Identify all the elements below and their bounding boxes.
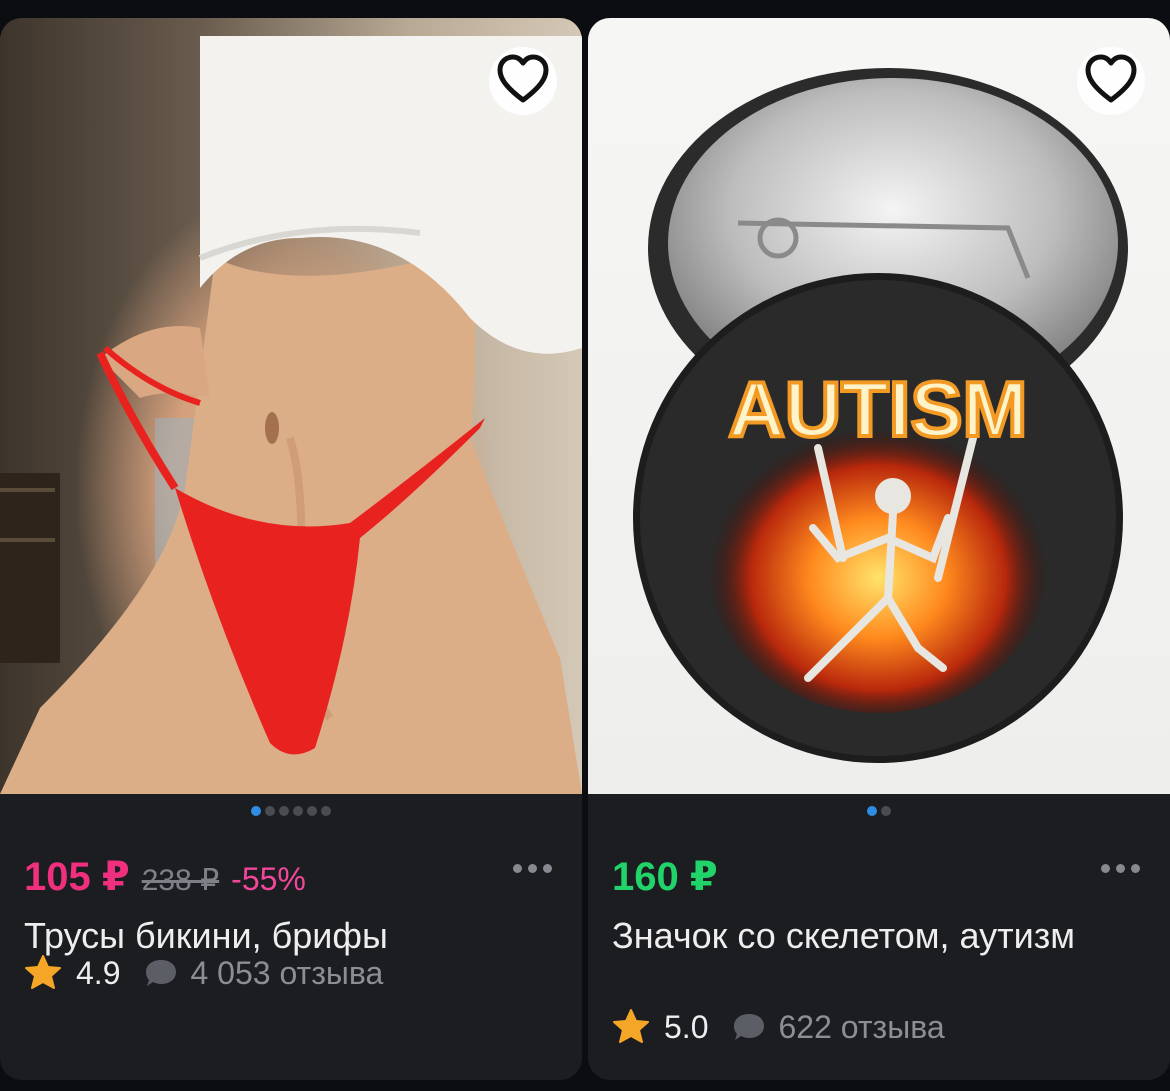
dot-icon: [528, 864, 537, 873]
pagination-dot[interactable]: [867, 806, 877, 816]
favorite-heart-icon[interactable]: [1076, 46, 1146, 116]
dot-icon: [1116, 864, 1125, 873]
product-image[interactable]: [0, 18, 582, 794]
star-icon: [25, 955, 61, 989]
price-row: 105 ₽ 238 ₽ -55%: [24, 854, 306, 900]
badge-text: AUTISM: [729, 365, 1028, 453]
image-pagination[interactable]: [588, 806, 1170, 816]
dot-icon: [513, 864, 522, 873]
pagination-dot[interactable]: [321, 806, 331, 816]
image-pagination[interactable]: [0, 806, 582, 816]
product-photo-illustration: AUTISM: [633, 68, 1128, 763]
product-card[interactable]: AUTISM 160 ₽ Значок со скелетом, аутизм …: [588, 18, 1170, 1080]
price-row: 160 ₽: [612, 854, 718, 900]
product-image[interactable]: AUTISM: [588, 18, 1170, 794]
pagination-dot[interactable]: [881, 806, 891, 816]
rating-value: 4.9: [76, 954, 121, 991]
price: 105 ₽: [24, 855, 130, 899]
more-options-button[interactable]: [1101, 864, 1140, 873]
rating-row: 5.0 622 отзыва: [612, 1008, 945, 1046]
dot-icon: [1101, 864, 1110, 873]
discount-badge: -55%: [231, 861, 306, 897]
reviews-count: 4 053 отзыва: [190, 954, 384, 991]
pagination-dot[interactable]: [293, 806, 303, 816]
product-photo-illustration: [0, 36, 582, 794]
dot-icon: [1131, 864, 1140, 873]
favorite-heart-icon[interactable]: [488, 46, 558, 116]
rating-row: 4.9 4 053 отзыва: [24, 954, 383, 992]
product-title[interactable]: Значок со скелетом, аутизм: [612, 910, 1082, 962]
pagination-dot[interactable]: [251, 806, 261, 816]
comment-bubble-icon: [146, 960, 177, 986]
pagination-dot[interactable]: [265, 806, 275, 816]
reviews-link[interactable]: 4 053 отзыва: [144, 955, 383, 992]
product-card[interactable]: 105 ₽ 238 ₽ -55% Трусы бикини, брифы 4.9…: [0, 18, 582, 1080]
more-options-button[interactable]: [513, 864, 552, 873]
price: 160 ₽: [612, 855, 718, 899]
star-icon: [613, 1009, 649, 1043]
reviews-link[interactable]: 622 отзыва: [732, 1008, 945, 1046]
rating-value: 5.0: [664, 1008, 709, 1045]
reviews-count: 622 отзыва: [778, 1008, 945, 1045]
pagination-dot[interactable]: [307, 806, 317, 816]
old-price: 238 ₽: [141, 864, 220, 897]
comment-bubble-icon: [734, 1014, 765, 1040]
pagination-dot[interactable]: [279, 806, 289, 816]
dot-icon: [543, 864, 552, 873]
